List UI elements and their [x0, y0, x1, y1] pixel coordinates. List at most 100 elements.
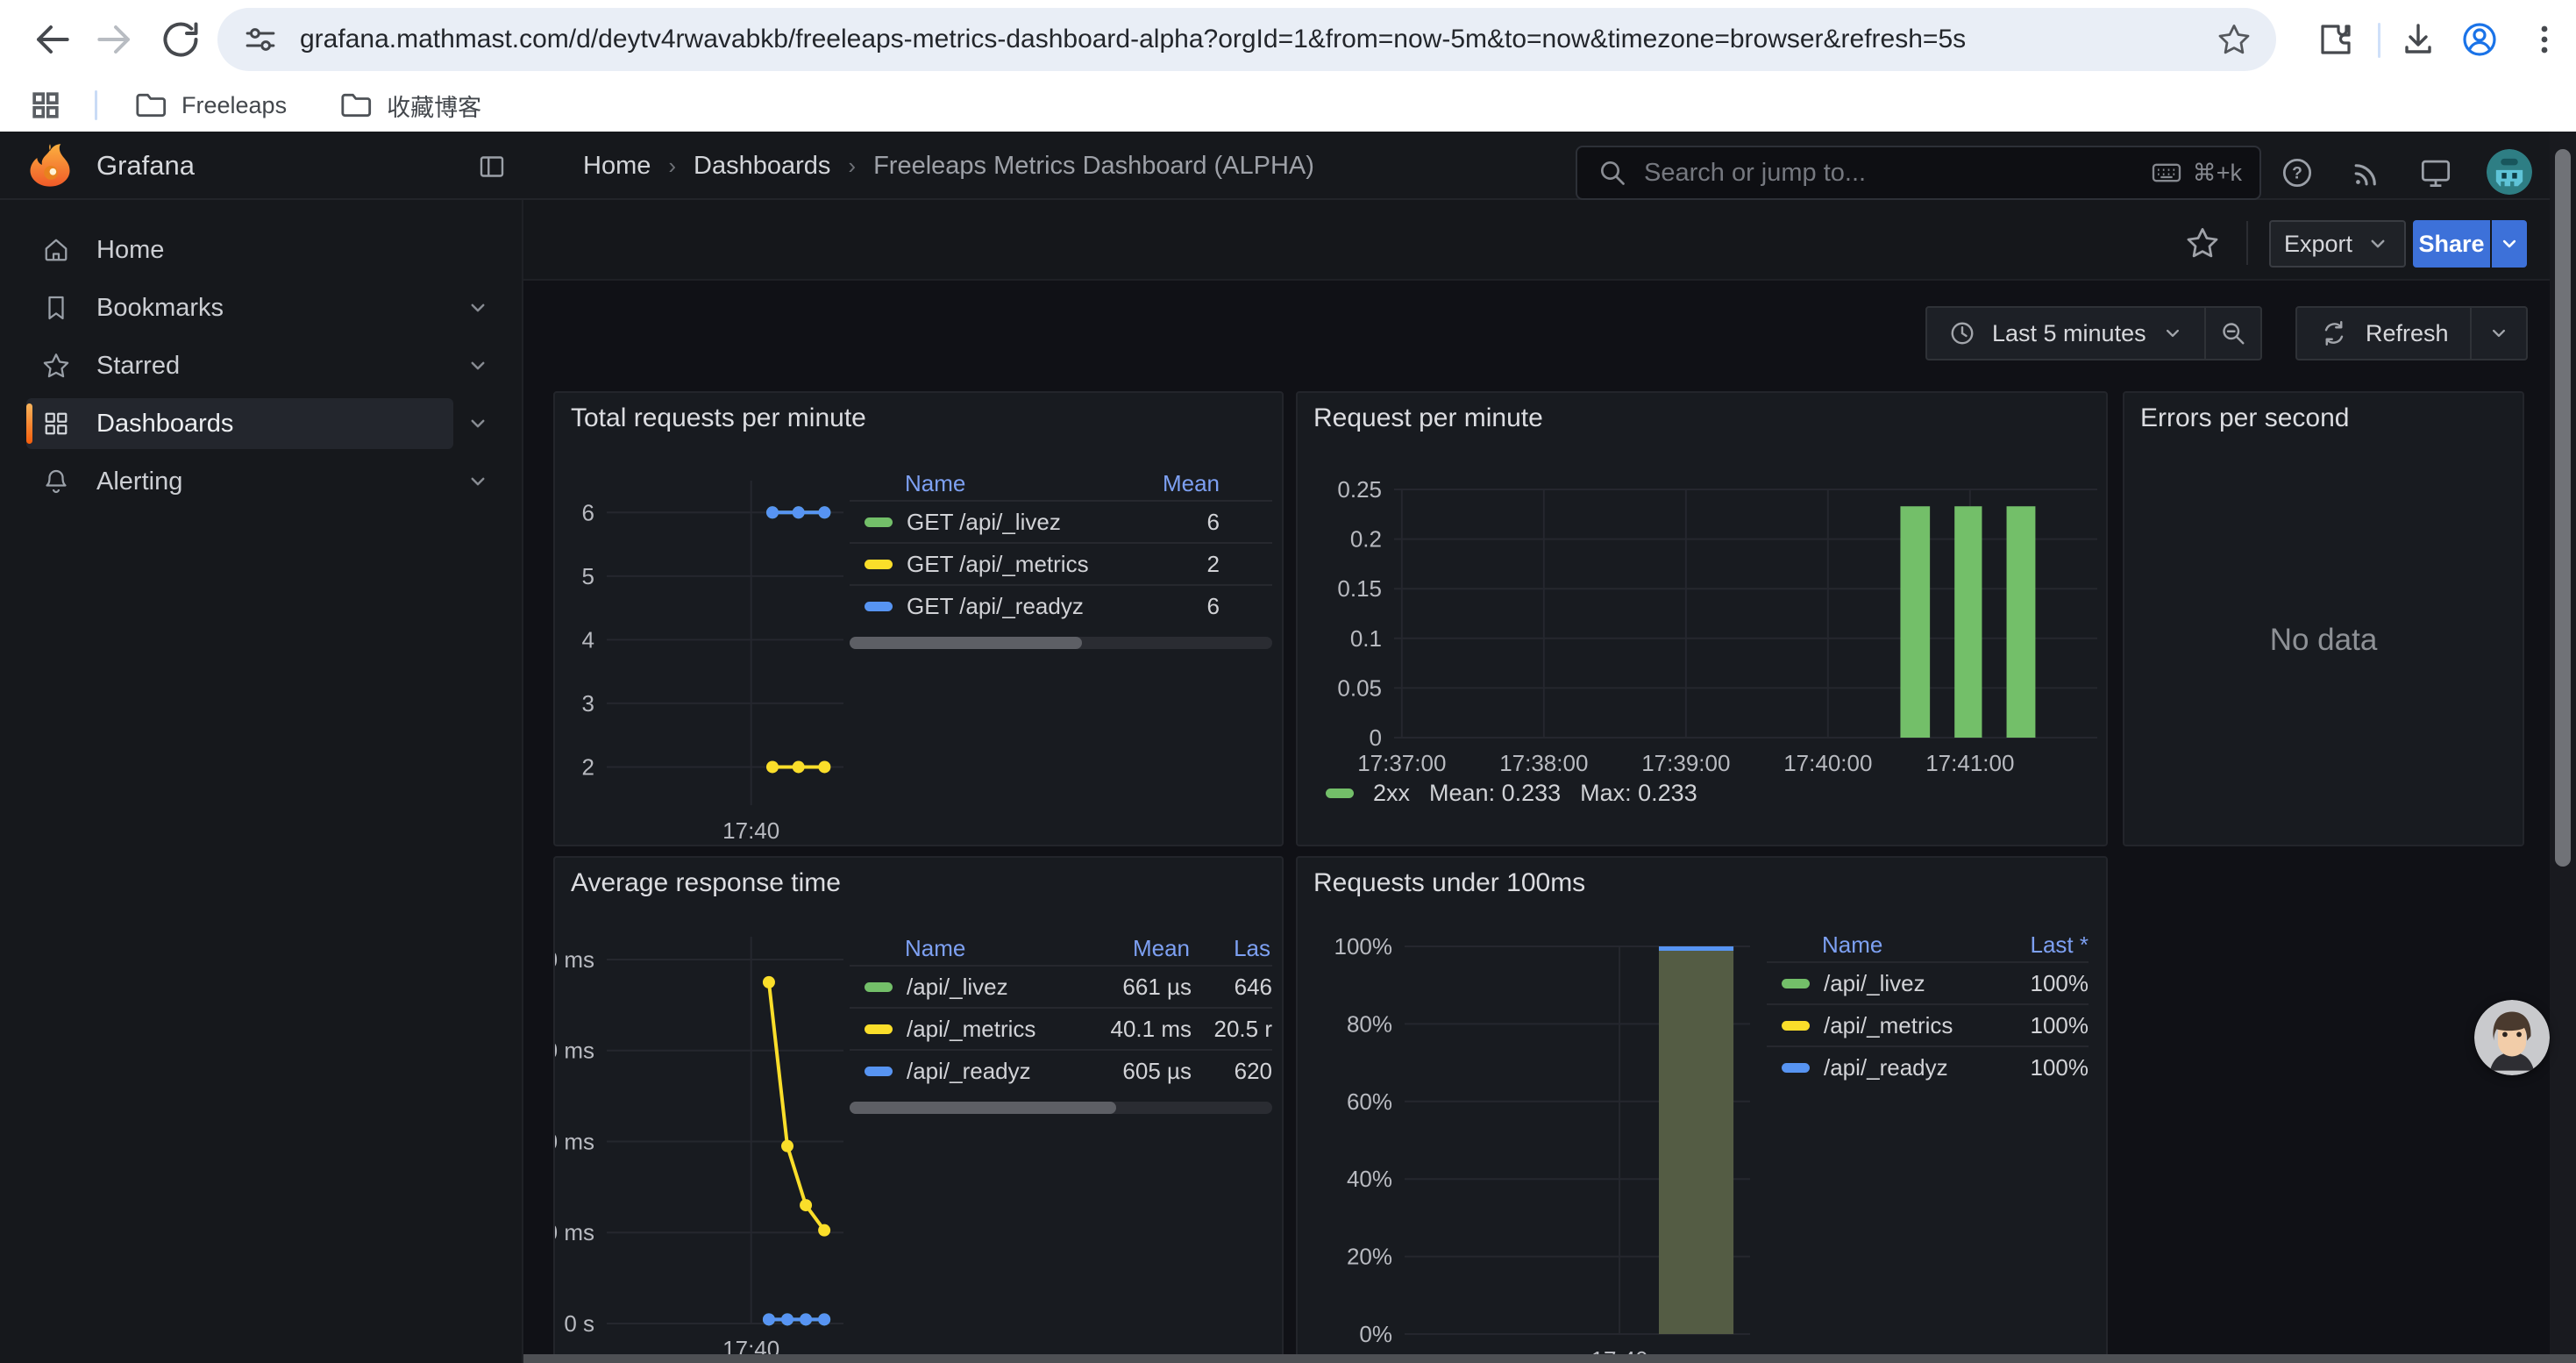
panel-title[interactable]: Request per minute: [1313, 403, 1543, 433]
svg-text:0: 0: [1370, 724, 1382, 751]
sidebar-item-home[interactable]: Home: [26, 225, 453, 275]
panel-request-per-minute: Request per minute 00.050.10.150.20.2517…: [1296, 391, 2108, 846]
series-color-pill: [1782, 1063, 1810, 1073]
search-input[interactable]: [1642, 158, 2149, 189]
legend-row[interactable]: /api/_readyz605 µs620: [850, 1049, 1272, 1091]
legend-row[interactable]: /api/_livez661 µs646: [850, 965, 1272, 1007]
series-color-pill: [865, 560, 893, 569]
favorite-star-icon[interactable]: [2183, 224, 2222, 262]
browser-menu-icon[interactable]: [2523, 18, 2565, 61]
legend-row[interactable]: GET /api/_metrics2: [850, 542, 1272, 584]
sidebar-item-dashboards[interactable]: Dashboards: [26, 398, 453, 449]
downloads-icon[interactable]: [2397, 18, 2439, 61]
site-settings-icon[interactable]: [242, 21, 279, 58]
grafana-logo[interactable]: [26, 142, 74, 189]
svg-text:80%: 80%: [1347, 1010, 1392, 1037]
user-avatar[interactable]: [2487, 149, 2532, 195]
assistant-avatar-overlay[interactable]: [2474, 1000, 2550, 1075]
series-color-pill: [1326, 789, 1354, 798]
page-scrollbar-thumb[interactable]: [2555, 149, 2571, 867]
legend-row[interactable]: /api/_metrics100%: [1767, 1003, 2089, 1045]
news-rss-icon[interactable]: [2348, 153, 2387, 192]
search-shortcut: ⌘+k: [2149, 155, 2242, 190]
legend-header-name[interactable]: Name: [905, 470, 1114, 497]
panel-title[interactable]: Errors per second: [2140, 403, 2349, 433]
legend-row[interactable]: /api/_livez100%: [1767, 961, 2089, 1003]
legend-row[interactable]: /api/_metrics40.1 ms20.5 r: [850, 1007, 1272, 1049]
svg-text:2: 2: [582, 753, 594, 780]
legend[interactable]: 2xx Mean: 0.233 Max: 0.233: [1326, 775, 1697, 810]
sidebar-item-bookmarks[interactable]: Bookmarks: [26, 282, 453, 333]
browser-profile-icon[interactable]: [2459, 18, 2501, 61]
help-icon[interactable]: ?: [2278, 153, 2316, 192]
browser-forward-button[interactable]: [91, 15, 140, 64]
refresh-group: Refresh: [2295, 306, 2528, 360]
series-color-pill: [865, 517, 893, 527]
browser-back-button[interactable]: [26, 15, 75, 64]
zoom-out-button[interactable]: [2204, 308, 2260, 359]
breadcrumb-dashboards[interactable]: Dashboards: [694, 152, 830, 181]
legend-scrollbar[interactable]: [850, 1102, 1272, 1114]
svg-text:0.25: 0.25: [1337, 476, 1382, 503]
panel-title[interactable]: Average response time: [571, 868, 841, 898]
panel-title[interactable]: Requests under 100ms: [1313, 868, 1585, 898]
legend-header-mean[interactable]: Mean: [1063, 935, 1190, 962]
dock-menu-icon[interactable]: [476, 151, 508, 182]
chevron-down-icon: [2160, 321, 2185, 346]
legend-header-last[interactable]: Last *: [1983, 931, 2089, 959]
sidebar: Home Bookmarks Starred: [0, 200, 523, 1363]
export-button[interactable]: Export: [2269, 220, 2406, 268]
browser-reload-button[interactable]: [156, 15, 205, 64]
dashboard-actions-row: [523, 200, 2576, 281]
panel-title[interactable]: Total requests per minute: [571, 403, 866, 433]
expand-chevron-icon[interactable]: [453, 468, 502, 495]
sidebar-item-alerting[interactable]: Alerting: [26, 456, 453, 507]
legend-row[interactable]: /api/_readyz100%: [1767, 1045, 2089, 1088]
breadcrumb-separator: ›: [848, 153, 856, 180]
legend-header-name[interactable]: Name: [905, 935, 1063, 962]
share-button[interactable]: Share: [2413, 220, 2490, 268]
svg-text:3: 3: [582, 690, 594, 717]
legend-header-mean[interactable]: Mean: [1114, 470, 1272, 497]
monitor-icon[interactable]: [2416, 153, 2455, 192]
legend-header-last[interactable]: Las: [1190, 935, 1270, 962]
bookmark-star-icon[interactable]: [2215, 20, 2253, 59]
series-color-pill: [865, 1067, 893, 1076]
extensions-icon[interactable]: [2315, 18, 2357, 61]
refresh-interval-dropdown[interactable]: [2470, 308, 2526, 359]
expand-chevron-icon[interactable]: [453, 410, 502, 437]
grafana-brand[interactable]: Grafana: [96, 150, 195, 182]
bottom-scrollbar[interactable]: [523, 1354, 2576, 1363]
chevron-down-icon: [2365, 231, 2391, 257]
browser-toolbar: grafana.mathmast.com/d/deytv4rwavabkb/fr…: [0, 0, 2576, 79]
refresh-label: Refresh: [2366, 320, 2449, 347]
breadcrumb-home[interactable]: Home: [583, 152, 651, 181]
bookmarks-bar: Freeleaps 收藏博客: [0, 79, 2576, 132]
breadcrumb-current: Freeleaps Metrics Dashboard (ALPHA): [873, 152, 1314, 181]
url-bar[interactable]: grafana.mathmast.com/d/deytv4rwavabkb/fr…: [217, 8, 2276, 71]
apps-grid-icon[interactable]: [26, 86, 65, 125]
legend-row[interactable]: GET /api/_livez6: [850, 500, 1272, 542]
svg-text:4: 4: [582, 626, 594, 653]
legend-row[interactable]: GET /api/_readyz6: [850, 584, 1272, 626]
expand-chevron-icon[interactable]: [453, 353, 502, 379]
legend-scrollbar[interactable]: [850, 637, 1272, 649]
refresh-button[interactable]: Refresh: [2297, 308, 2470, 359]
svg-text:17:38:00: 17:38:00: [1499, 750, 1588, 776]
search-box[interactable]: ⌘+k: [1576, 146, 2261, 200]
series-color-pill: [1782, 1021, 1810, 1031]
folder-icon: [132, 88, 167, 123]
bookmark-folder-freeleaps[interactable]: Freeleaps: [132, 88, 287, 123]
svg-text:0.1: 0.1: [1350, 625, 1382, 652]
expand-chevron-icon[interactable]: [453, 295, 502, 321]
url-text[interactable]: grafana.mathmast.com/d/deytv4rwavabkb/fr…: [300, 25, 2215, 54]
sidebar-item-starred[interactable]: Starred: [26, 340, 453, 391]
bookmark-folder-blogs[interactable]: 收藏博客: [338, 88, 481, 123]
series-color-pill: [865, 1024, 893, 1034]
sidebar-item-label: Dashboards: [96, 410, 233, 439]
zoom-out-icon: [2217, 318, 2249, 349]
time-range-picker[interactable]: Last 5 minutes: [1927, 308, 2204, 359]
legend-mean: Mean: 0.233: [1429, 780, 1561, 807]
share-dropdown-button[interactable]: [2490, 220, 2527, 268]
legend-header-name[interactable]: Name: [1822, 931, 1983, 959]
